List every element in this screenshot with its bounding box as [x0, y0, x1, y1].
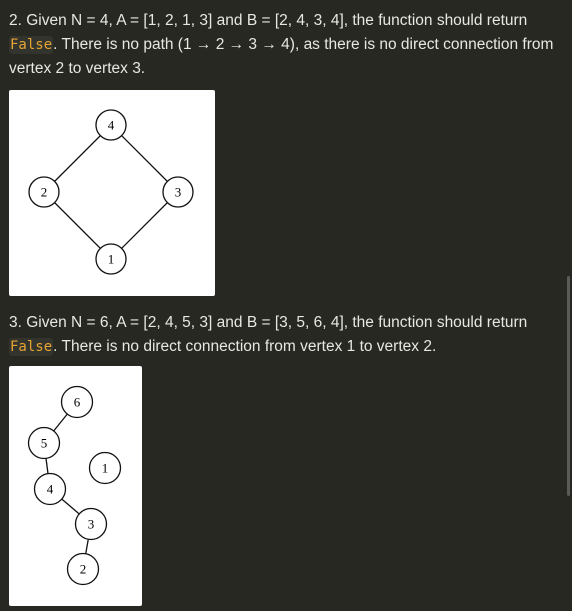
inline-code-false: False [9, 338, 54, 356]
text: 3. Given N = 6, A = [2, 4, 5, 3] and B =… [9, 314, 528, 331]
graph-node-label: 6 [74, 395, 81, 410]
graph-node-label: 4 [108, 118, 115, 133]
example-3-description: 3. Given N = 6, A = [2, 4, 5, 3] and B =… [9, 311, 569, 359]
graph-figure-example-3: 6 5 1 4 3 2 [9, 366, 142, 606]
graph-diagram: 6 5 1 4 3 2 [27, 385, 122, 586]
graph-node-label: 3 [175, 185, 182, 200]
graph-node-label: 2 [80, 562, 87, 577]
graph-figure-example-2: 4 2 3 1 [9, 90, 215, 296]
vertical-scrollbar[interactable] [567, 276, 570, 496]
graph-node-label: 3 [88, 517, 95, 532]
text: . There is no path (1 → 2 → 3 → 4), as t… [9, 36, 554, 77]
graph-node-label: 2 [41, 185, 48, 200]
graph-node-label: 4 [47, 482, 54, 497]
inline-code-false: False [9, 36, 54, 54]
graph-node-label: 1 [108, 252, 115, 267]
text: 2. Given N = 4, A = [1, 2, 1, 3] and B =… [9, 12, 528, 29]
graph-diagram: 4 2 3 1 [28, 109, 194, 275]
example-2-description: 2. Given N = 4, A = [1, 2, 1, 3] and B =… [9, 9, 569, 81]
text: . There is no direct connection from ver… [53, 338, 437, 355]
graph-node-label: 1 [102, 461, 109, 476]
graph-node-label: 5 [41, 436, 48, 451]
